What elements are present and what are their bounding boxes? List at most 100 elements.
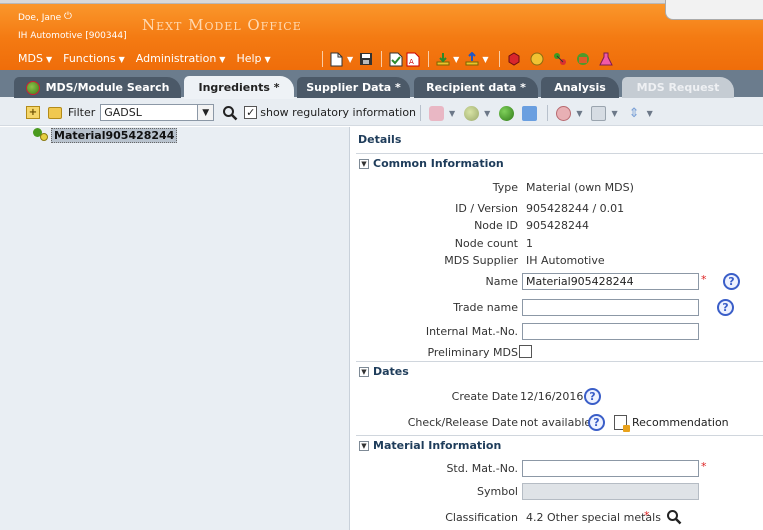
internal-mat-no-label: Internal Mat.-No.: [425, 325, 518, 338]
trade-name-input[interactable]: [522, 299, 699, 316]
type-value: Material (own MDS): [526, 181, 634, 194]
mds-supplier-value: IH Automotive: [526, 254, 605, 267]
chevron-down-icon: ▼: [219, 54, 226, 64]
pdf-icon[interactable]: A: [405, 52, 420, 67]
show-regulatory-label: show regulatory information: [260, 106, 417, 119]
help-icon[interactable]: ?: [723, 273, 740, 290]
row-create-date: Create Date 12/16/2016 ?: [351, 388, 763, 406]
copy-icon[interactable]: [591, 105, 607, 121]
menu-help-label: Help: [236, 51, 262, 65]
download-dropdown-icon[interactable]: ▼: [453, 55, 459, 64]
filter-select[interactable]: GADSL ▼: [100, 104, 215, 121]
logout-icon[interactable]: ⏻: [64, 11, 72, 22]
new-document-icon[interactable]: [329, 52, 344, 67]
move-up-down-icon[interactable]: ⇕: [627, 106, 642, 121]
folder-icon[interactable]: [48, 106, 62, 119]
ingredients-tree: Material905428244: [0, 127, 350, 530]
toolbar-separator: [322, 51, 323, 67]
molecule-icon[interactable]: [552, 52, 567, 67]
recommendation-icon[interactable]: [614, 415, 630, 432]
basket-icon[interactable]: [575, 52, 590, 67]
tab-analysis[interactable]: Analysis: [541, 77, 619, 98]
menu-mds-label: MDS: [18, 51, 43, 65]
search-icon[interactable]: [221, 104, 239, 122]
toolbar-separator: [547, 105, 549, 121]
chevron-down-icon[interactable]: ▼: [197, 105, 214, 120]
required-marker: *: [701, 460, 707, 473]
filter-selected-value: GADSL: [104, 106, 142, 119]
chevron-down-icon: ▼: [45, 54, 53, 64]
check-document-icon[interactable]: [388, 52, 403, 67]
user-name: Doe, Jane: [18, 13, 62, 23]
help-icon[interactable]: ?: [588, 414, 605, 431]
tab-recipient-data[interactable]: Recipient data *: [414, 77, 538, 98]
tab-supplier-data[interactable]: Supplier Data *: [297, 77, 410, 98]
row-symbol: Symbol: [351, 483, 763, 501]
material-node-icon: [33, 128, 49, 142]
menu-mds[interactable]: MDS ▼: [18, 52, 52, 65]
flask-icon[interactable]: [598, 52, 613, 67]
id-version-label: ID / Version: [455, 202, 518, 215]
filter-label: Filter: [68, 106, 96, 119]
tree-node-material[interactable]: Material905428244: [33, 127, 178, 143]
menu-functions[interactable]: Functions ▼: [63, 52, 125, 65]
check-release-date-value: not available: [520, 416, 592, 429]
menu-administration-label: Administration: [135, 51, 217, 65]
show-regulatory-checkbox[interactable]: ✓: [244, 106, 258, 119]
upload-dropdown-icon[interactable]: ▼: [482, 55, 488, 64]
details-panel: Details ▼ Common Information Type Materi…: [351, 127, 763, 530]
preliminary-mds-checkbox[interactable]: [519, 345, 532, 358]
section-common-information[interactable]: ▼ Common Information: [356, 153, 763, 173]
section-dates[interactable]: ▼ Dates: [356, 361, 763, 381]
toolbar-separator: [420, 105, 421, 121]
tab-label: Recipient data *: [426, 81, 526, 94]
row-check-release-date: Check/Release Date not available ? Recom…: [351, 414, 763, 432]
save-icon[interactable]: [358, 52, 373, 67]
menu-functions-label: Functions: [63, 51, 116, 65]
tab-mds-module-search[interactable]: MDS/Module Search: [14, 77, 181, 98]
tab-label: Analysis: [554, 81, 606, 94]
section-material-information[interactable]: ▼ Material Information: [356, 435, 763, 455]
add-component-icon[interactable]: [429, 105, 444, 121]
create-date-value: 12/16/2016: [520, 390, 584, 403]
edit-node-icon[interactable]: [522, 105, 538, 121]
upload-icon[interactable]: [464, 52, 479, 67]
expand-all-icon[interactable]: +: [26, 106, 40, 119]
row-trade-name: Trade name ?: [351, 299, 763, 317]
required-marker: *: [701, 273, 707, 286]
delete-dropdown-icon[interactable]: ▼: [576, 109, 582, 118]
row-classification: Classification 4.2 Other special metals …: [351, 509, 763, 527]
red-cube-icon[interactable]: [506, 52, 521, 67]
collapse-icon[interactable]: ▼: [359, 158, 369, 169]
add-material-icon[interactable]: [499, 105, 515, 121]
download-icon[interactable]: [435, 52, 450, 67]
std-mat-no-input[interactable]: [522, 460, 699, 477]
add-component-dropdown-icon[interactable]: ▼: [449, 109, 455, 118]
help-icon[interactable]: ?: [717, 299, 734, 316]
move-dropdown-icon[interactable]: ▼: [647, 109, 653, 118]
create-date-label: Create Date: [451, 390, 518, 403]
recommendation-link[interactable]: Recommendation: [632, 416, 729, 429]
substance-ball-icon[interactable]: [529, 52, 544, 67]
delete-icon[interactable]: [556, 105, 572, 121]
collapse-icon[interactable]: ▼: [359, 440, 369, 451]
internal-mat-no-input[interactable]: [522, 323, 699, 340]
search-icon[interactable]: [666, 509, 682, 525]
window-top-strip: [0, 0, 763, 4]
chevron-down-icon: ▼: [118, 54, 125, 64]
node-count-label: Node count: [454, 237, 518, 250]
tree-node-label: Material905428244: [51, 127, 178, 143]
collapse-icon[interactable]: ▼: [359, 366, 369, 377]
help-icon[interactable]: ?: [584, 388, 601, 405]
tab-bar: MDS/Module Search Ingredients * Supplier…: [0, 70, 763, 100]
add-substance-icon[interactable]: [464, 105, 480, 121]
tab-ingredients[interactable]: Ingredients *: [184, 76, 294, 99]
row-id-version: ID / Version 905428244 / 0.01: [351, 200, 763, 218]
new-dropdown-icon[interactable]: ▼: [347, 55, 353, 64]
name-input[interactable]: [522, 273, 699, 290]
copy-dropdown-icon[interactable]: ▼: [611, 109, 617, 118]
menu-administration[interactable]: Administration ▼: [136, 52, 226, 65]
add-substance-dropdown-icon[interactable]: ▼: [484, 109, 490, 118]
node-count-value: 1: [526, 237, 533, 250]
menu-help[interactable]: Help ▼: [236, 52, 270, 65]
